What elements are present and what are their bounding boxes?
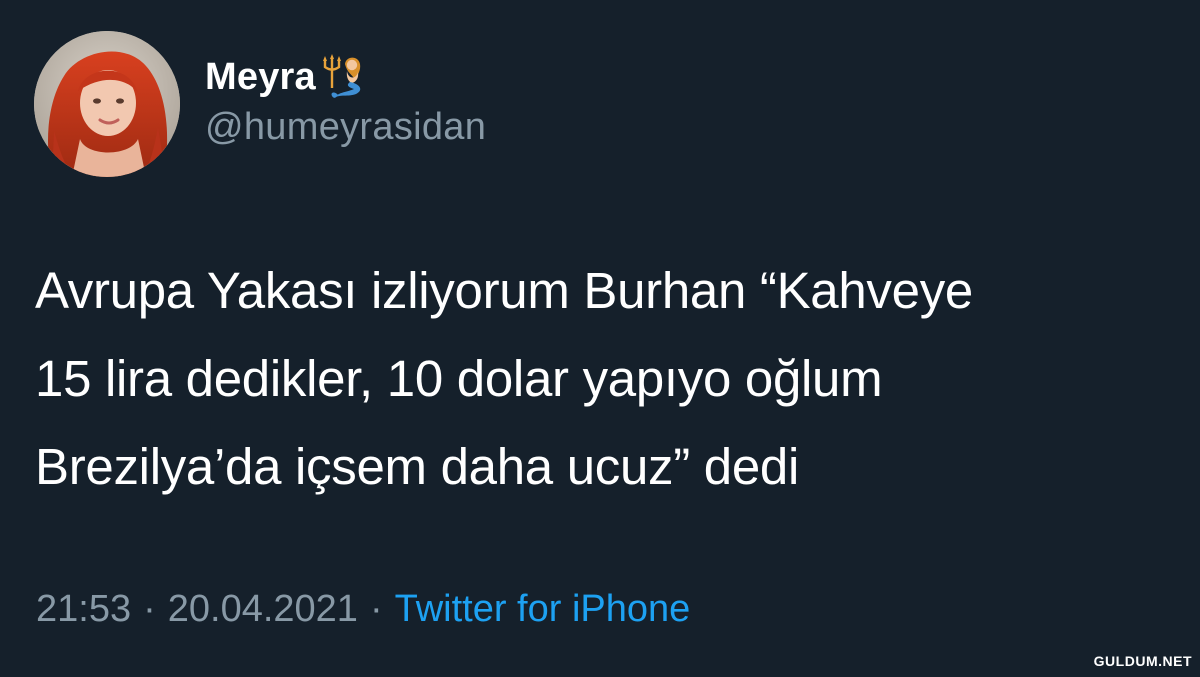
display-name-row: Meyra (205, 52, 486, 102)
profile-photo (34, 31, 180, 177)
meta-separator: · (143, 588, 156, 630)
tweet-metadata: 21:53 · 20.04.2021 · Twitter for iPhone (36, 588, 690, 631)
avatar[interactable] (34, 31, 180, 177)
watermark: GULDUM.NET (1093, 653, 1192, 669)
tweet-source-link[interactable]: Twitter for iPhone (395, 588, 691, 630)
handle[interactable]: @humeyrasidan (205, 106, 486, 149)
user-info: Meyra @humeyrasidan (205, 52, 486, 149)
tweet-text: Avrupa Yakası izliyorum Burhan “Kahveye … (35, 247, 1185, 511)
tweet-card: Meyra @humeyrasidan Avrupa Yakası izliyo… (0, 0, 1200, 677)
tweet-text-line: Brezilya’da içsem daha ucuz” dedi (35, 438, 799, 495)
tweet-text-line: 15 lira dedikler, 10 dolar yapıyo oğlum (35, 350, 883, 407)
display-name[interactable]: Meyra (205, 56, 316, 99)
tweet-date[interactable]: 20.04.2021 (168, 588, 358, 630)
tweet-time[interactable]: 21:53 (36, 588, 131, 630)
mermaid-icon (318, 52, 370, 102)
meta-separator: · (369, 588, 383, 630)
tweet-text-line: Avrupa Yakası izliyorum Burhan “Kahveye (35, 262, 973, 319)
